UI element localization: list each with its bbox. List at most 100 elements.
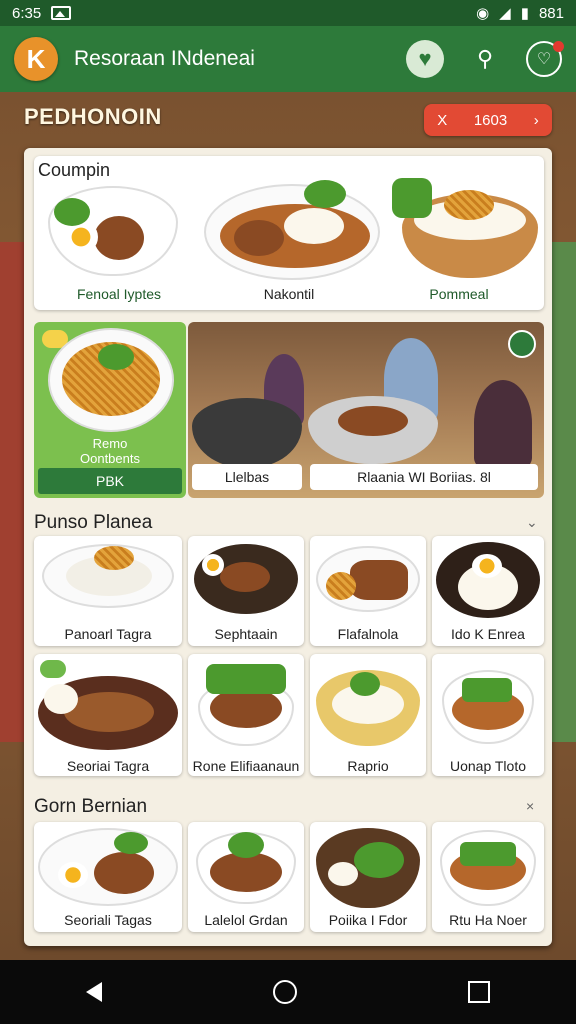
featured-card[interactable]: Remo Oontbents PBK bbox=[34, 322, 186, 498]
dish-greens bbox=[462, 678, 512, 702]
menu-item-card[interactable]: Uonap Tloto bbox=[432, 654, 544, 776]
menu-item-card[interactable]: Panoarl Tagra bbox=[34, 536, 182, 646]
header-pill-button[interactable]: X 1603 › bbox=[424, 104, 552, 136]
menu-item-card[interactable]: Seoriali Tagas bbox=[34, 822, 182, 932]
menu-item-label: Sephtaain bbox=[214, 626, 278, 642]
chevron-down-icon[interactable]: ⌄ bbox=[526, 514, 538, 531]
top-section-card: Coumpin Fenoal Iyptes Nakontil Pommeal bbox=[34, 156, 544, 310]
dish-egg bbox=[58, 862, 88, 888]
menu-item-label: Lalelol Grdan bbox=[204, 912, 288, 928]
menu-item-card[interactable]: Seoriai Tagra bbox=[34, 654, 182, 776]
dish-egg bbox=[202, 554, 224, 576]
wall-decor-left bbox=[0, 242, 26, 742]
signal-icon: ◢ bbox=[499, 5, 511, 22]
menu-item-label: Flafalnola bbox=[337, 626, 399, 642]
check-icon[interactable] bbox=[508, 330, 536, 358]
menu-item-label: Poiika I Fdor bbox=[328, 912, 408, 928]
restaurant-photo[interactable]: Llelbas Rlaania WI Boriias. 8l bbox=[188, 322, 544, 498]
pill-prefix: X bbox=[437, 111, 448, 129]
share-icon[interactable]: ⚲ bbox=[466, 40, 504, 78]
menu-item-card[interactable]: Rone Elifiaanaun bbox=[188, 654, 304, 776]
menu-item-label: Fenoal Iyptes bbox=[76, 286, 162, 302]
dish-greens bbox=[228, 832, 264, 858]
nav-home-icon[interactable] bbox=[272, 980, 297, 1004]
dish-image bbox=[192, 398, 302, 468]
dish-meat bbox=[234, 220, 284, 256]
wall-decor-right bbox=[550, 242, 576, 742]
menu-item-card[interactable]: Ido K Enrea bbox=[432, 536, 544, 646]
menu-item-card[interactable]: Pommeal bbox=[374, 178, 544, 310]
status-bar: 6:35 ◉ ◢ ▮ 881 bbox=[0, 0, 576, 26]
menu-item-card[interactable]: Flafalnola bbox=[310, 536, 426, 646]
close-icon[interactable]: × bbox=[526, 798, 534, 814]
menu-item-label: Rone Elifiaanaun bbox=[192, 758, 300, 774]
dish-greens bbox=[350, 672, 380, 696]
status-time: 6:35 bbox=[12, 4, 42, 22]
menu-item-label: Pommeal bbox=[429, 286, 489, 302]
dish-greens bbox=[304, 180, 346, 208]
featured-line1: Remo bbox=[92, 436, 128, 451]
section-title: Gorn Bernian bbox=[34, 796, 148, 817]
app-title: Resoraan INdeneai bbox=[74, 47, 255, 70]
featured-text: Remo Oontbents bbox=[34, 436, 186, 466]
section-header-title: PEDHONOIN bbox=[24, 104, 162, 129]
photo-label: Llelbas bbox=[192, 464, 302, 490]
dish-rice bbox=[328, 862, 358, 886]
menu-item-card[interactable]: Poiika I Fdor bbox=[310, 822, 426, 932]
featured-button[interactable]: PBK bbox=[38, 468, 182, 494]
dish-meat bbox=[350, 560, 408, 600]
dish-meat bbox=[338, 406, 408, 436]
heart-icon[interactable]: ♥ bbox=[406, 40, 444, 78]
nav-recents-icon[interactable] bbox=[468, 981, 491, 1003]
dish-meat bbox=[94, 852, 154, 894]
dish-meat bbox=[94, 216, 144, 260]
dish-greens bbox=[460, 842, 516, 866]
dish-egg bbox=[472, 554, 502, 578]
back-icon: K bbox=[26, 43, 46, 74]
dish-meat bbox=[210, 852, 282, 892]
dish-greens bbox=[354, 842, 404, 878]
item-badge bbox=[40, 660, 66, 678]
menu-item-label: Seoriali Tagas bbox=[64, 912, 152, 928]
dish-rice bbox=[284, 208, 344, 244]
nav-back-icon[interactable] bbox=[85, 982, 102, 1002]
dish-noodles bbox=[326, 572, 356, 600]
pill-value: 1603 bbox=[473, 111, 508, 129]
menu-item-card[interactable]: Rtu Ha Noer bbox=[432, 822, 544, 932]
battery-icon: ▮ bbox=[520, 5, 529, 22]
dish-greens bbox=[98, 344, 134, 370]
back-button[interactable]: K bbox=[14, 37, 58, 81]
status-right-text: 881 bbox=[538, 4, 564, 22]
menu-item-card[interactable]: Sephtaain bbox=[188, 536, 304, 646]
dish-greens bbox=[54, 198, 90, 226]
photo-label: Rlaania WI Boriias. 8l bbox=[310, 464, 538, 490]
dish-meat bbox=[220, 562, 270, 592]
notification-icon[interactable]: ♡ bbox=[526, 41, 564, 77]
dish-meat bbox=[210, 688, 282, 728]
featured-line2: Oontbents bbox=[80, 451, 140, 466]
system-nav-bar bbox=[0, 960, 576, 1024]
dish-noodles bbox=[94, 546, 134, 570]
person bbox=[474, 380, 532, 466]
menu-item-label: Panoarl Tagra bbox=[64, 626, 152, 642]
menu-item-label: Raprio bbox=[347, 758, 389, 774]
notification-dot bbox=[553, 41, 564, 52]
chevron-right-icon: › bbox=[533, 111, 539, 129]
top-section-title: Coumpin bbox=[38, 160, 111, 180]
dish-rice bbox=[44, 684, 78, 714]
menu-item-label: Ido K Enrea bbox=[451, 626, 525, 642]
menu-item-card[interactable]: Nakontil bbox=[204, 180, 380, 310]
dish-noodles bbox=[444, 190, 494, 220]
menu-item-card[interactable]: Fenoal Iyptes bbox=[34, 180, 204, 310]
menu-item-card[interactable]: Raprio bbox=[310, 654, 426, 776]
section-title: Punso Planea bbox=[34, 512, 153, 533]
menu-item-label: Nakontil bbox=[263, 286, 315, 302]
menu-item-card[interactable]: Lalelol Grdan bbox=[188, 822, 304, 932]
app-bar: K Resoraan INdeneai ♥ ⚲ ♡ bbox=[0, 26, 576, 92]
menu-item-label: Uonap Tloto bbox=[449, 758, 526, 774]
dish-greens bbox=[392, 178, 432, 218]
menu-item-label: Rtu Ha Noer bbox=[449, 912, 527, 928]
menu-item-label: Seoriai Tagra bbox=[66, 758, 150, 774]
wifi-icon: ◉ bbox=[476, 5, 490, 22]
gallery-icon bbox=[51, 6, 72, 20]
